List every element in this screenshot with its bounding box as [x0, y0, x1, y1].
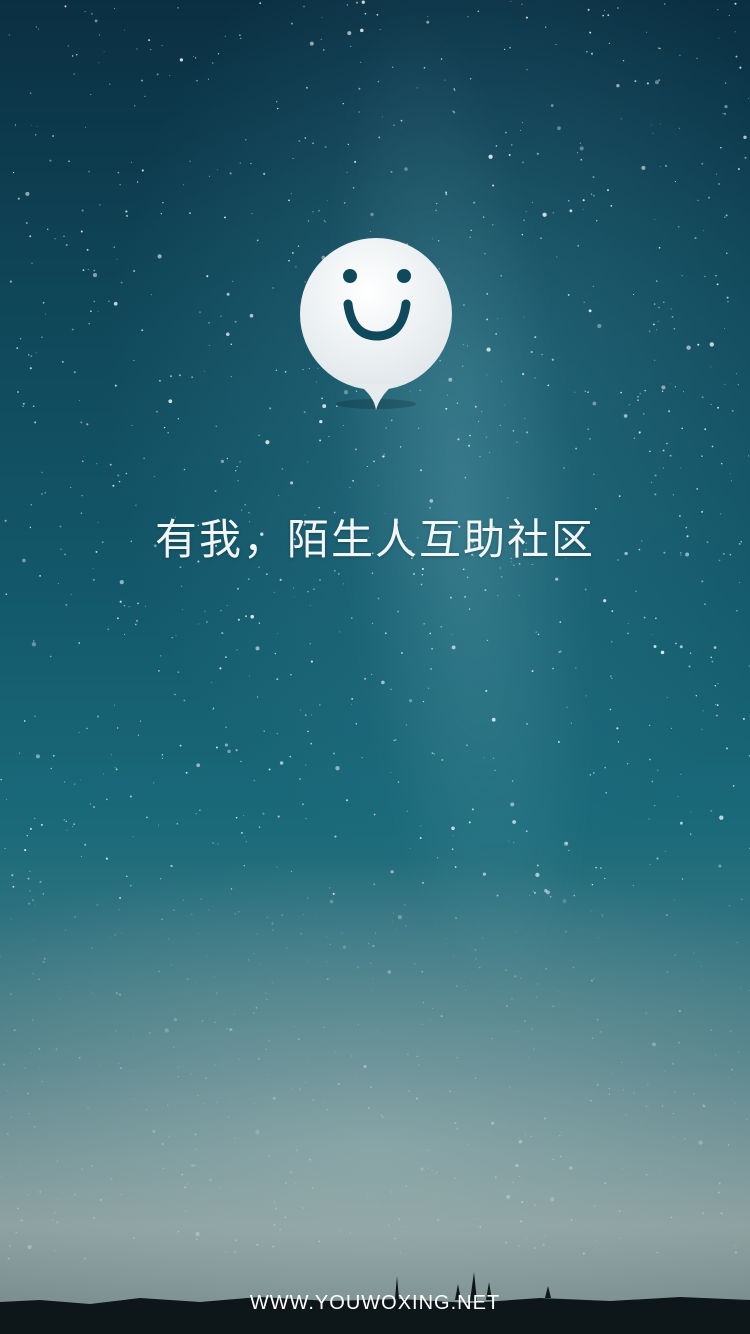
website-url: WWW.YOUWOXING.NET [249, 1292, 501, 1314]
app-tagline: 有我，陌生人互助社区 [154, 515, 595, 564]
smiley-chat-bubble-icon [300, 238, 452, 410]
splash-screen: 有我，陌生人互助社区 WWW.YOUWOXING.NET [0, 0, 750, 1334]
starfield-background [0, 0, 750, 1260]
